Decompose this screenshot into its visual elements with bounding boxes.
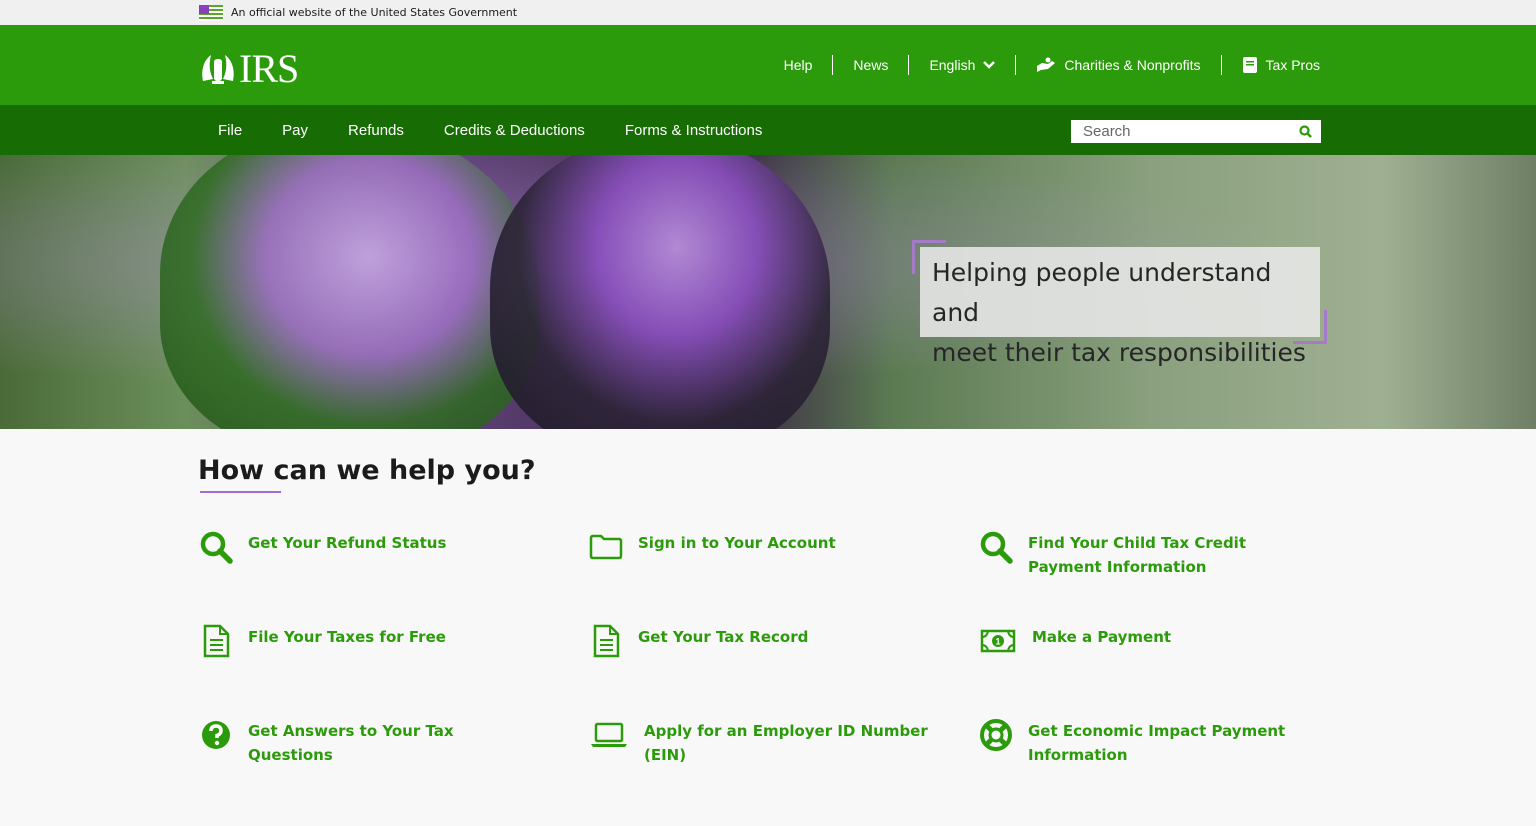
search-input[interactable] [1071, 121, 1291, 142]
question-icon [198, 717, 234, 753]
hero-tagline-line1: Helping people understand and [932, 258, 1272, 327]
nav-pay[interactable]: Pay [262, 122, 328, 139]
search-icon [1298, 125, 1312, 138]
us-flag-icon [199, 4, 223, 21]
eagle-icon [202, 55, 234, 84]
nav-credits-deductions[interactable]: Credits & Deductions [424, 122, 605, 139]
main-nav: File Pay Refunds Credits & Deductions Fo… [0, 105, 1536, 155]
tile-label: Sign in to Your Account [638, 534, 836, 552]
tile-label: Get Your Tax Record [638, 628, 809, 646]
search-button[interactable] [1291, 120, 1319, 143]
nav-forms-instructions[interactable]: Forms & Instructions [605, 122, 783, 139]
tile-child-tax-credit[interactable]: Find Your Child Tax Credit Payment Infor… [978, 529, 1298, 579]
hand-heart-icon [1036, 57, 1056, 73]
tax-pros-label: Tax Pros [1265, 57, 1320, 73]
hero-person-right [490, 155, 830, 429]
irs-logo[interactable]: IRS [199, 46, 299, 91]
hero-frame-corner-bottom [1293, 310, 1327, 344]
help-heading: How can we help you? [198, 455, 536, 486]
news-link-label: News [853, 57, 889, 73]
chevron-down-icon [983, 61, 996, 69]
tile-tax-questions[interactable]: Get Answers to Your Tax Questions [198, 717, 518, 767]
language-select[interactable]: English [908, 55, 1015, 75]
laptop-icon [588, 717, 630, 753]
tile-file-free[interactable]: File Your Taxes for Free [198, 623, 518, 659]
document-icon [588, 623, 624, 659]
book-icon [1242, 56, 1258, 74]
tile-sign-in[interactable]: Sign in to Your Account [588, 529, 908, 565]
tile-tax-record[interactable]: Get Your Tax Record [588, 623, 908, 659]
hero-tagline-box: Helping people understand and meet their… [920, 247, 1320, 367]
site-header: IRS Help News English Charities & Nonpro… [0, 25, 1536, 105]
tile-label: Find Your Child Tax Credit Payment Infor… [1028, 534, 1246, 576]
charities-link[interactable]: Charities & Nonprofits [1015, 55, 1220, 75]
search-icon [198, 529, 234, 565]
search-box [1071, 120, 1321, 143]
document-icon [198, 623, 234, 659]
tax-pros-link[interactable]: Tax Pros [1220, 55, 1320, 75]
svg-text:1: 1 [995, 637, 1000, 647]
logo-text: IRS [239, 46, 299, 91]
tile-label: Get Your Refund Status [248, 534, 447, 552]
money-icon: 1 [978, 623, 1018, 659]
hero-person-left [160, 155, 540, 429]
tile-make-payment[interactable]: 1 Make a Payment [978, 623, 1302, 659]
gov-banner: An official website of the United States… [0, 0, 1536, 25]
gov-banner-text: An official website of the United States… [231, 6, 518, 19]
tile-label: Apply for an Employer ID Number (EIN) [644, 722, 928, 764]
help-link[interactable]: Help [784, 55, 833, 75]
hero-banner: Helping people understand and meet their… [0, 155, 1536, 429]
search-icon [978, 529, 1014, 565]
tile-label: Get Answers to Your Tax Questions [248, 722, 454, 764]
tile-apply-ein[interactable]: Apply for an Employer ID Number (EIN) [588, 717, 934, 767]
tile-economic-impact[interactable]: Get Economic Impact Payment Information [978, 717, 1298, 767]
tile-label: Get Economic Impact Payment Information [1028, 722, 1286, 764]
nav-refunds[interactable]: Refunds [328, 122, 424, 139]
charities-label: Charities & Nonprofits [1064, 57, 1201, 73]
folder-icon [588, 529, 624, 565]
nav-file[interactable]: File [198, 122, 262, 139]
tile-refund-status[interactable]: Get Your Refund Status [198, 529, 518, 565]
news-link[interactable]: News [832, 55, 908, 75]
tile-label: File Your Taxes for Free [248, 628, 446, 646]
hero-tagline-line2: meet their tax responsibilities [932, 338, 1306, 367]
tile-label: Make a Payment [1032, 628, 1172, 646]
heading-underline [200, 491, 281, 493]
utility-nav: Help News English Charities & Nonprofits… [784, 25, 1320, 105]
lifebuoy-icon [978, 717, 1014, 753]
help-link-label: Help [783, 57, 813, 73]
language-label: English [929, 57, 976, 73]
